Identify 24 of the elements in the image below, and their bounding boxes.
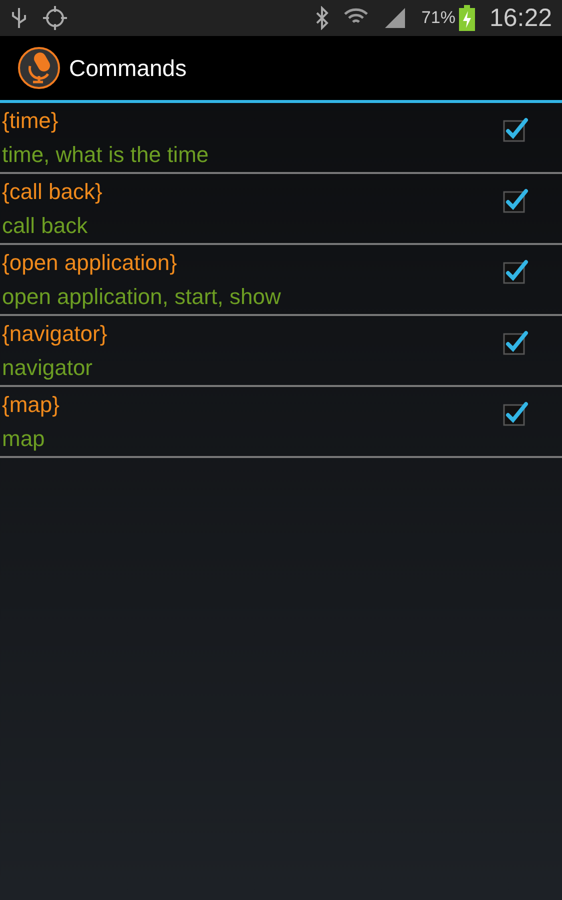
checkbox[interactable]: [502, 259, 528, 285]
battery-percent: 71%: [421, 8, 456, 28]
command-phrases: navigator: [2, 354, 93, 380]
checkbox[interactable]: [502, 330, 528, 356]
command-phrases: call back: [2, 212, 88, 238]
usb-icon: [10, 6, 28, 30]
screen-title: Commands: [69, 54, 187, 82]
checkbox[interactable]: [502, 188, 528, 214]
battery-charging-icon: [459, 5, 476, 31]
command-name: {navigator}: [2, 320, 108, 346]
command-phrases: time, what is the time: [2, 142, 209, 168]
signal-icon: [383, 6, 408, 30]
command-phrases: open application, start, show: [2, 284, 281, 310]
clock-time: 16:22: [489, 4, 552, 32]
checkbox[interactable]: [502, 117, 528, 143]
command-name: {map}: [2, 392, 60, 418]
command-name: {call back}: [2, 178, 102, 204]
checkbox[interactable]: [502, 401, 528, 427]
command-name: {open application}: [2, 250, 177, 276]
bluetooth-icon: [315, 6, 330, 30]
command-phrases: map: [2, 426, 45, 452]
gps-icon: [42, 5, 68, 31]
command-name: {time}: [2, 108, 58, 134]
app-microphone-icon: [17, 46, 61, 90]
